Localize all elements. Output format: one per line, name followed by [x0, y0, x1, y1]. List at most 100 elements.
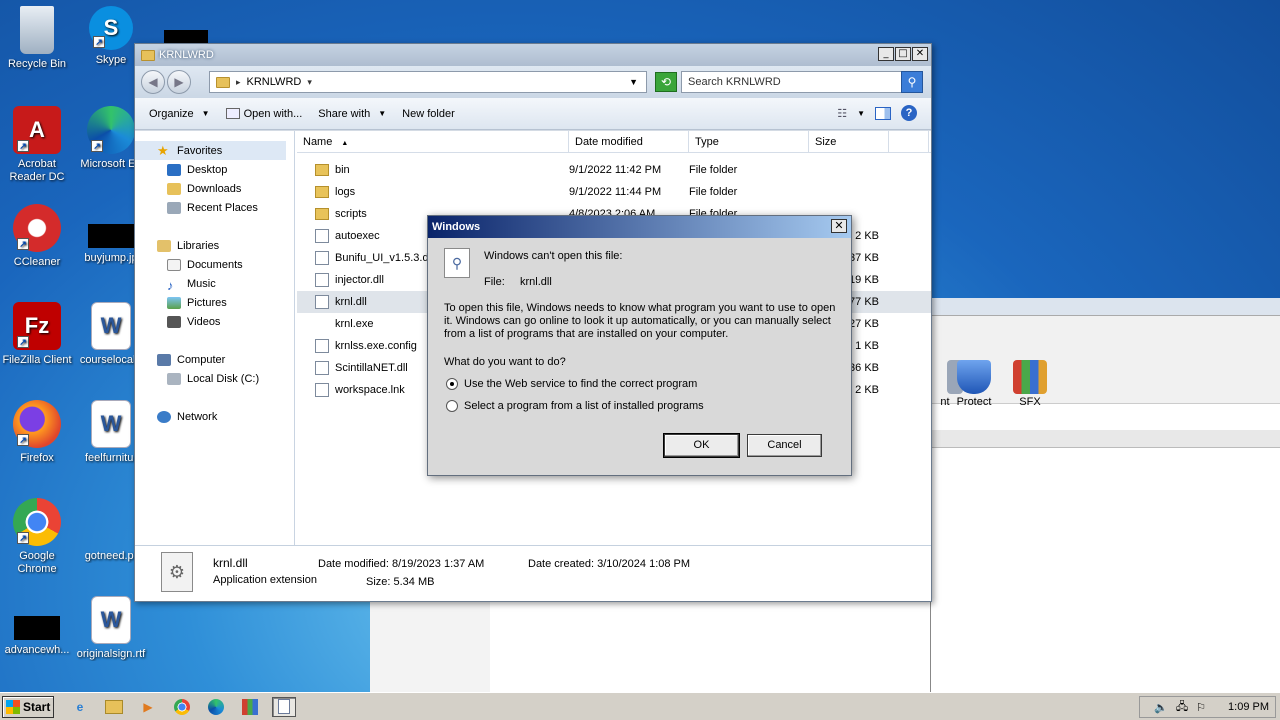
taskbar-ie[interactable]: e: [68, 697, 92, 717]
radio-web-service[interactable]: Use the Web service to find the correct …: [446, 378, 697, 390]
radio-button[interactable]: [446, 378, 458, 390]
background-window-titlebar[interactable]: [931, 298, 1280, 316]
nav-pictures[interactable]: Pictures: [135, 293, 294, 312]
media-player-icon: ▶: [143, 699, 153, 714]
shortcut-arrow-icon: ↗: [17, 238, 29, 250]
shortcut-arrow-icon: ↗: [91, 140, 103, 152]
file-row[interactable]: bin 9/1/2022 11:42 PM File folder: [297, 159, 931, 181]
background-panel: [370, 600, 490, 692]
taskbar-media-player[interactable]: ▶: [136, 697, 160, 717]
taskbar-winrar[interactable]: [238, 697, 262, 717]
folder-icon: [141, 49, 155, 61]
acrobat-shortcut[interactable]: A ↗ Acrobat Reader DC: [0, 106, 74, 184]
desktop-icon-label: Acrobat Reader DC: [9, 158, 65, 183]
nav-label: Pictures: [187, 296, 227, 309]
column-header-type[interactable]: Type: [689, 131, 809, 152]
bg-tool-sfx[interactable]: SFX: [1005, 360, 1055, 408]
nav-label: Libraries: [177, 239, 220, 252]
help-icon[interactable]: ?: [901, 105, 917, 121]
shortcut-arrow-icon: ↗: [17, 434, 29, 446]
column-label: Size: [815, 136, 837, 148]
share-with-button[interactable]: Share with ▼: [318, 108, 386, 120]
start-button[interactable]: Start: [2, 695, 54, 718]
nav-label: Music: [187, 277, 216, 290]
nav-favorites[interactable]: ★ Favorites: [135, 141, 286, 160]
nav-local-disk[interactable]: Local Disk (C:): [135, 369, 294, 388]
file-name-cell: logs: [315, 186, 569, 198]
nav-libraries[interactable]: Libraries: [135, 236, 294, 255]
column-header-name[interactable]: Name ▲: [297, 131, 569, 152]
edge-icon: [208, 698, 224, 715]
shortcut-arrow-icon: ↗: [93, 36, 105, 48]
taskbar-chrome[interactable]: [170, 697, 194, 717]
breadcrumb-item[interactable]: KRNLWRD: [247, 76, 302, 88]
taskbar-edge[interactable]: [204, 697, 228, 717]
navigation-pane: ★ Favorites Desktop Downloads Recent Pla…: [135, 131, 295, 545]
nav-recent-places[interactable]: Recent Places: [135, 198, 294, 217]
nav-computer[interactable]: Computer: [135, 350, 294, 369]
explorer-titlebar[interactable]: KRNLWRD _ □ ✕: [135, 44, 931, 66]
nav-network[interactable]: Network: [135, 407, 294, 426]
file-row[interactable]: logs 9/1/2022 11:44 PM File folder: [297, 181, 931, 203]
shortcut-arrow-icon: ↗: [17, 140, 29, 152]
dialog-close-button[interactable]: ✕: [831, 219, 847, 233]
chevron-down-icon: ▼: [201, 109, 210, 118]
open-with-dialog[interactable]: Windows ✕ ⚲ Windows can't open this file…: [427, 215, 852, 476]
nav-desktop[interactable]: Desktop: [135, 160, 294, 179]
forward-button[interactable]: ▶: [167, 70, 191, 94]
search-input[interactable]: Search KRNLWRD ⚲: [681, 71, 923, 93]
desktop-icon-label: Firefox: [20, 452, 54, 464]
firefox-shortcut[interactable]: ↗ Firefox: [0, 400, 74, 465]
network-tray-icon[interactable]: 🖧: [1176, 698, 1188, 717]
column-header-extra[interactable]: [889, 131, 929, 152]
dialog-titlebar[interactable]: Windows ✕: [428, 216, 851, 238]
winrar-icon: [242, 698, 258, 715]
new-folder-button[interactable]: New folder: [402, 108, 455, 120]
nav-videos[interactable]: Videos: [135, 312, 294, 331]
radio-label: Use the Web service to find the correct …: [464, 378, 698, 390]
back-button[interactable]: ◀: [141, 70, 165, 94]
action-center-flag-icon[interactable]: ⚐: [1196, 701, 1206, 714]
word-document-icon: W: [91, 302, 131, 350]
taskbar-notepad[interactable]: [272, 696, 296, 717]
radio-installed-programs[interactable]: Select a program from a list of installe…: [446, 400, 704, 412]
close-button[interactable]: ✕: [912, 47, 928, 61]
column-header-size[interactable]: Size: [809, 131, 889, 152]
recycle-bin-shortcut[interactable]: Recycle Bin: [0, 6, 74, 71]
ccleaner-shortcut[interactable]: ↗ CCleaner: [0, 204, 74, 269]
address-dropdown-icon[interactable]: ▼: [629, 77, 638, 87]
maximize-button[interactable]: □: [895, 47, 911, 61]
command-bar: Organize ▼ Open with... Share with ▼ New…: [135, 98, 931, 130]
clock[interactable]: 1:09 PM: [1228, 701, 1269, 713]
open-with-button[interactable]: Open with...: [225, 108, 302, 120]
preview-pane-icon[interactable]: [875, 106, 891, 120]
originalsign-file[interactable]: W originalsign.rtf: [74, 596, 148, 661]
search-icon[interactable]: ⚲: [901, 71, 923, 93]
chevron-down-icon[interactable]: ▾: [307, 77, 312, 88]
cancel-button[interactable]: Cancel: [747, 434, 822, 457]
column-header-date[interactable]: Date modified: [569, 131, 689, 152]
file-name: krnlss.exe.config: [335, 340, 417, 352]
details-date-created: Date created: 3/10/2024 1:08 PM: [528, 558, 691, 570]
chrome-shortcut[interactable]: ↗ Google Chrome: [0, 498, 74, 576]
nav-downloads[interactable]: Downloads: [135, 179, 294, 198]
radio-button[interactable]: [446, 400, 458, 412]
filezilla-shortcut[interactable]: Fz ↗ FileZilla Client: [0, 302, 74, 367]
volume-icon[interactable]: 🔈: [1154, 701, 1168, 714]
view-options-icon[interactable]: ☷: [837, 107, 847, 120]
address-bar[interactable]: ▸ KRNLWRD ▾ ▼: [209, 71, 647, 93]
organize-button[interactable]: Organize ▼: [149, 108, 210, 120]
nav-music[interactable]: ♪ Music: [135, 274, 294, 293]
bg-tool-protect[interactable]: Protect: [949, 360, 999, 408]
dialog-question: What do you want to do?: [444, 356, 566, 368]
advancewh-file[interactable]: advancewh...: [0, 596, 74, 657]
ok-button[interactable]: OK: [663, 433, 740, 458]
refresh-button[interactable]: ⟲: [655, 72, 677, 92]
details-size: Size: 5.34 MB: [366, 576, 435, 588]
nav-documents[interactable]: Documents: [135, 255, 294, 274]
minimize-button[interactable]: _: [878, 47, 894, 61]
chevron-down-icon[interactable]: ▼: [857, 109, 865, 118]
desktop-icon-label: advancewh...: [4, 644, 70, 656]
taskbar-explorer[interactable]: [102, 697, 126, 717]
breadcrumb-arrow-icon[interactable]: ▸: [236, 77, 241, 88]
